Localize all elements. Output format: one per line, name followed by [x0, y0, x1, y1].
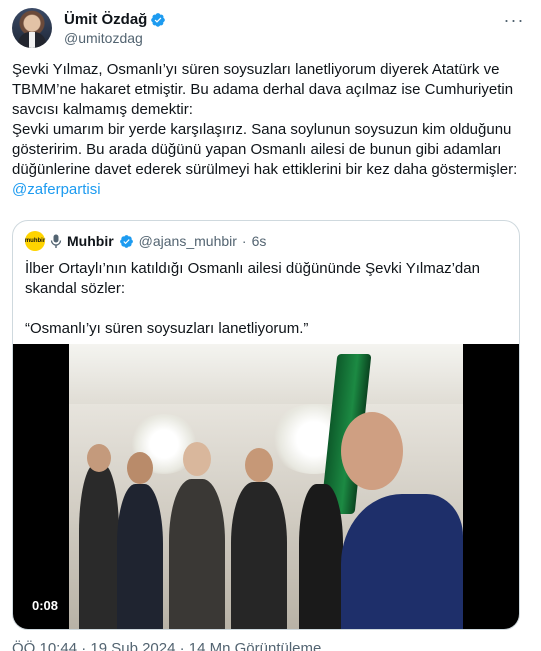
- quoted-avatar[interactable]: muhbir: [25, 231, 45, 251]
- quoted-paragraph-1: İlber Ortaylı’nın katıldığı Osmanlı aile…: [25, 260, 480, 297]
- avatar[interactable]: [12, 8, 52, 48]
- more-options-icon[interactable]: ···: [503, 11, 525, 34]
- tweet-meta[interactable]: ÖÖ 10:44 · 19 Şub 2024 · 14 Mn Görüntüle…: [12, 640, 321, 651]
- quoted-author-handle[interactable]: @ajans_muhbir: [139, 233, 237, 249]
- microphone-icon: [50, 234, 62, 248]
- video-player[interactable]: 0:08: [13, 344, 519, 629]
- video-ceiling: [69, 344, 463, 404]
- author-name-row[interactable]: Ümit Özdağ: [64, 11, 166, 28]
- quoted-author-name[interactable]: Muhbir: [67, 233, 114, 249]
- video-duration: 0:08: [28, 596, 63, 615]
- video-person-1: [79, 464, 119, 629]
- quoted-paragraph-2: “Osmanlı’yı süren soysuzları lanetliyoru…: [25, 320, 309, 337]
- tweet-text: Şevki Yılmaz, Osmanlı’yı süren soysuzlar…: [12, 60, 529, 200]
- video-frame: [69, 344, 463, 629]
- video-person-3: [169, 479, 225, 629]
- video-person-3-head: [183, 442, 211, 476]
- quoted-tweet-header: muhbir Muhbir @ajans_muhbir · 6s: [25, 231, 266, 251]
- video-person-2: [117, 484, 163, 629]
- tweet-paragraph-2: Şevki umarım bir yerde karşılaşırız. San…: [12, 120, 529, 200]
- avatar-shirt: [29, 32, 35, 48]
- video-speaker: [341, 494, 463, 629]
- tweet-paragraph-1: Şevki Yılmaz, Osmanlı’yı süren soysuzlar…: [12, 61, 514, 118]
- quoted-verified-badge-icon: [119, 234, 133, 248]
- tweet-header: Ümit Özdağ @umitozdag ···: [12, 8, 529, 48]
- verified-badge-icon: [151, 12, 166, 27]
- separator-dot: ·: [241, 233, 247, 249]
- video-person-1-head: [87, 444, 111, 472]
- author-name[interactable]: Ümit Özdağ: [64, 11, 147, 28]
- author-handle[interactable]: @umitozdag: [64, 30, 143, 46]
- video-speaker-head: [341, 412, 403, 490]
- video-person-4: [231, 482, 287, 629]
- video-person-4-head: [245, 448, 273, 482]
- mention-link[interactable]: @zaferpartisi: [12, 181, 101, 198]
- video-person-2-head: [127, 452, 153, 484]
- tweet-paragraph-2-text: Şevki umarım bir yerde karşılaşırız. San…: [12, 121, 518, 178]
- quoted-tweet[interactable]: muhbir Muhbir @ajans_muhbir · 6s İlber O…: [12, 220, 520, 630]
- quoted-tweet-text: İlber Ortaylı’nın katıldığı Osmanlı aile…: [25, 259, 509, 339]
- quoted-time[interactable]: 6s: [252, 233, 267, 249]
- video-person-5: [299, 484, 343, 629]
